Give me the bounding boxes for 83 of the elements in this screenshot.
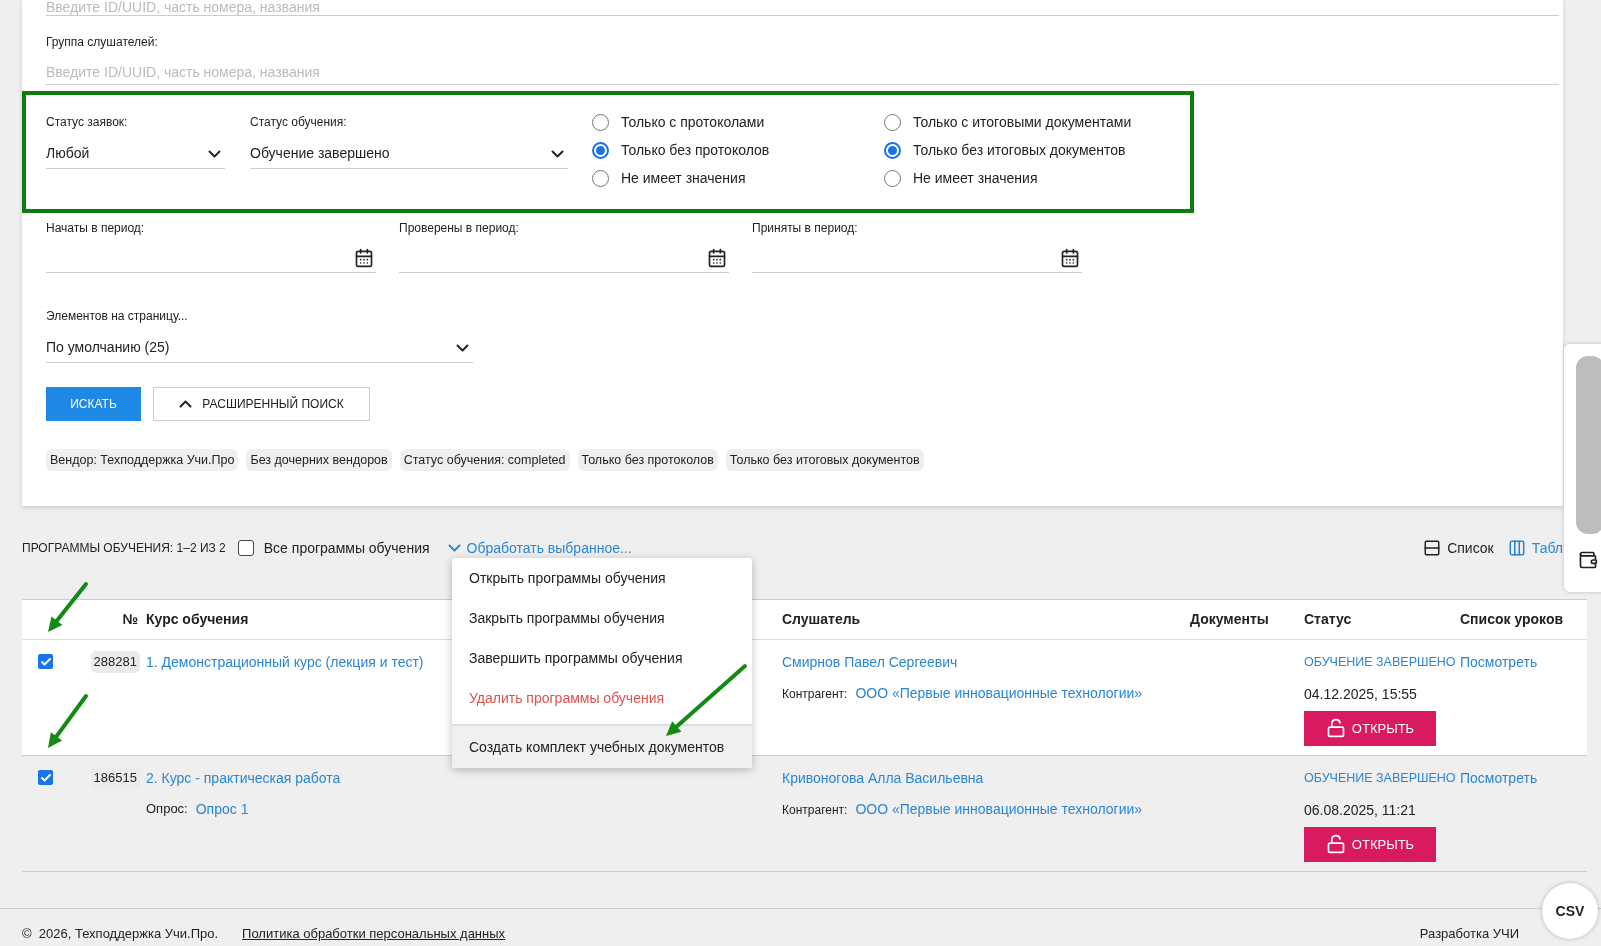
wallet-icon[interactable]: [1578, 550, 1598, 570]
status-date: 04.12.2025, 15:55: [1304, 684, 1418, 704]
filter-chip: Только без итоговых документов: [725, 449, 924, 471]
id-badge: 186515: [90, 767, 140, 789]
column-header: Слушатель: [781, 610, 862, 629]
menu-item[interactable]: Завершить программы обучения: [452, 638, 752, 678]
annotation-arrow: [48, 582, 88, 632]
developer-text: Разработка УЧИ: [1419, 924, 1519, 943]
course-link[interactable]: 2. Курс - практическая работа: [146, 768, 475, 789]
view-tab[interactable]: Табл: [1507, 537, 1563, 559]
policy-link[interactable]: Политика обработки персональных данных: [242, 923, 506, 944]
field-label: Приняты в период:: [752, 220, 859, 237]
advanced-search-button[interactable]: РАСШИРЕННЫЙ ПОИСК: [153, 387, 370, 421]
contractor-label: Контрагент:: [782, 685, 848, 703]
column-header: Статус: [1303, 610, 1353, 629]
contractor-label: Контрагент:: [782, 801, 848, 819]
unlock-icon: [1325, 718, 1346, 739]
id-badge: 288281: [90, 651, 140, 673]
chevron-icon: [208, 149, 221, 158]
chevron-icon: [551, 149, 564, 158]
columns-icon: [1507, 539, 1526, 557]
checkbox[interactable]: [38, 654, 53, 669]
field-label: Статус заявок:: [46, 114, 129, 131]
field-label: Элементов на страницу...: [46, 308, 189, 325]
filter-chip: Статус обучения: completed: [399, 449, 570, 471]
checkbox[interactable]: [237, 540, 254, 556]
chevron-icon: [447, 544, 461, 552]
menu-item[interactable]: Открыть программы обучения: [452, 558, 752, 598]
listener-link[interactable]: Смирнов Павел Сергеевич: [782, 652, 1190, 673]
field-label: Группа слушателей:: [46, 34, 159, 51]
csv-button[interactable]: CSV: [1542, 883, 1598, 939]
column-header: Список уроков: [1460, 610, 1565, 629]
survey-label: Опрос:: [146, 800, 188, 818]
open-button[interactable]: ОТКРЫТЬ: [1304, 826, 1436, 862]
status-text: ОБУЧЕНИЕ ЗАВЕРШЕНО: [1304, 654, 1457, 671]
checkbox[interactable]: [38, 770, 53, 785]
radio-button[interactable]: [592, 141, 609, 159]
contractor-link[interactable]: ООО «Первые инновационные технологии»: [855, 799, 1143, 820]
status-date: 06.08.2025, 11:21: [1304, 800, 1417, 820]
filter-chip: Без дочерних вендоров: [246, 449, 392, 471]
field-label: Статус обучения:: [250, 114, 348, 131]
radio-label: Только с итоговыми документами: [913, 112, 1132, 132]
menu-item[interactable]: Закрыть программы обучения: [452, 598, 752, 638]
open-button[interactable]: ОТКРЫТЬ: [1304, 710, 1436, 746]
list-icon: [1423, 539, 1442, 557]
lessons-link[interactable]: Посмотреть: [1460, 770, 1538, 786]
column-header: №: [121, 610, 139, 629]
status-select[interactable]: Любой: [46, 139, 225, 169]
radio-label: Не имеет значения: [913, 168, 1038, 188]
search-field[interactable]: Введите ID/UUID, часть номера, названия: [46, 0, 1559, 16]
group-field[interactable]: Введите ID/UUID, часть номера, названия: [46, 59, 1559, 85]
checkbox-label: Все программы обучения: [263, 538, 430, 558]
listener-link[interactable]: Кривоногова Алла Васильевна: [782, 768, 1190, 789]
field-label: Начаты в период:: [46, 220, 146, 237]
scroll-thumb[interactable]: [1576, 356, 1601, 534]
lessons-link[interactable]: Посмотреть: [1460, 654, 1538, 670]
field-label: Проверены в период:: [399, 220, 520, 237]
copyright-text: © 2026, Техподдержка Учи.Про.: [22, 924, 219, 943]
survey-link[interactable]: Опрос 1: [195, 799, 249, 820]
calendar-icon: [1060, 247, 1080, 268]
view-tab[interactable]: Список: [1423, 537, 1494, 559]
contractor-link[interactable]: ООО «Первые инновационные технологии»: [855, 683, 1143, 704]
status-select[interactable]: Обучение завершено: [250, 139, 568, 169]
column-header: Документы: [1190, 610, 1270, 629]
page-size-select[interactable]: По умолчанию (25): [46, 333, 473, 363]
menu-item[interactable]: Удалить программы обучения: [452, 678, 752, 718]
status-text: ОБУЧЕНИЕ ЗАВЕРШЕНО: [1304, 770, 1457, 787]
radio-label: Только без протоколов: [621, 140, 770, 160]
radio-label: Только с протоколами: [621, 112, 765, 132]
radio-label: Только без итоговых документов: [913, 140, 1126, 160]
chevron-icon: [456, 343, 469, 352]
filter-chip: Вендор: Техподдержка Учи.Про: [46, 449, 239, 471]
bulk-action-link[interactable]: Обработать выбранное...: [447, 537, 632, 559]
radio-button[interactable]: [884, 141, 901, 159]
annotation-arrow: [48, 694, 88, 748]
search-button[interactable]: ИСКАТЬ: [46, 387, 141, 421]
radio-label: Не имеет значения: [621, 168, 746, 188]
menu-item[interactable]: Создать комплект учебных документов: [452, 724, 752, 768]
calendar-icon: [354, 247, 374, 268]
filter-chip: Только без протоколов: [577, 449, 718, 471]
results-count: ПРОГРАММЫ ОБУЧЕНИЯ: 1–2 ИЗ 2: [22, 540, 226, 557]
calendar-icon: [707, 247, 727, 268]
unlock-icon: [1325, 834, 1346, 855]
